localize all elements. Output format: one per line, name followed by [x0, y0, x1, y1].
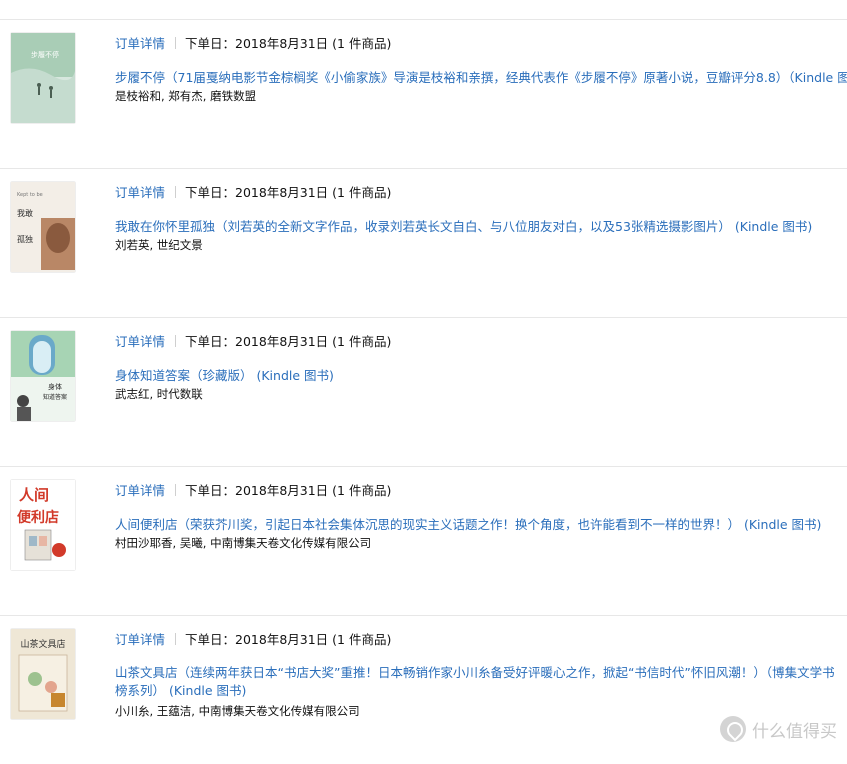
order-meta: 订单详情 下单日：2018年8月31日 (1 件商品)	[115, 334, 391, 350]
order-date: 下单日：2018年8月31日 (1 件商品)	[185, 334, 392, 349]
watermark-text: 什么值得买	[752, 721, 837, 742]
divider	[0, 615, 847, 616]
separator	[175, 186, 177, 198]
divider	[0, 466, 847, 467]
order-meta: 订单详情 下单日：2018年8月31日 (1 件商品)	[115, 36, 391, 52]
book-cover-image[interactable]: Kept to be 我敢 孤独	[11, 182, 75, 272]
cover-text: Kept to be	[17, 192, 43, 198]
watermark: 什么值得买	[720, 716, 837, 742]
cover-title: 人间	[19, 486, 49, 504]
book-authors: 小川糸, 王蕴洁, 中南博集天卷文化传媒有限公司	[115, 704, 360, 718]
divider	[0, 19, 847, 20]
cover-title: 知道答案	[43, 393, 67, 401]
divider	[0, 168, 847, 169]
book-title-link[interactable]: 我敢在你怀里孤独（刘若英的全新文字作品，收录刘若英长文自白、与八位朋友对白，以及…	[115, 219, 847, 235]
cover-title: 步履不停	[31, 50, 59, 59]
order-meta: 订单详情 下单日：2018年8月31日 (1 件商品)	[115, 632, 391, 648]
order-date: 下单日：2018年8月31日 (1 件商品)	[185, 36, 392, 51]
zhidemai-logo-icon	[720, 716, 746, 742]
order-meta: 订单详情 下单日：2018年8月31日 (1 件商品)	[115, 185, 391, 201]
order-item: Kept to be 我敢 孤独 订单详情 下单日：2018年8月31日 (1 件…	[0, 168, 847, 317]
order-detail-link[interactable]: 订单详情	[115, 36, 165, 51]
book-cover-image[interactable]: 步履不停	[11, 33, 75, 123]
order-detail-link[interactable]: 订单详情	[115, 185, 165, 200]
order-item: 身体 知道答案 订单详情 下单日：2018年8月31日 (1 件商品) 身体知道答…	[0, 317, 847, 466]
book-authors: 刘若英, 世纪文景	[115, 238, 203, 252]
separator	[175, 633, 177, 645]
book-authors: 武志红, 时代数联	[115, 387, 203, 401]
book-cover-image[interactable]: 山茶文具店	[11, 629, 75, 719]
book-authors: 是枝裕和, 郑有杰, 磨铁数盟	[115, 89, 257, 103]
cover-title: 身体	[48, 382, 62, 391]
order-date: 下单日：2018年8月31日 (1 件商品)	[185, 185, 392, 200]
cover-title: 孤独	[17, 234, 33, 244]
order-detail-link[interactable]: 订单详情	[115, 334, 165, 349]
book-title-link[interactable]: 身体知道答案（珍藏版） (Kindle 图书)	[115, 368, 847, 384]
order-meta: 订单详情 下单日：2018年8月31日 (1 件商品)	[115, 483, 391, 499]
order-detail-link[interactable]: 订单详情	[115, 483, 165, 498]
cover-title: 便利店	[17, 509, 59, 526]
book-cover-image[interactable]: 人间 便利店	[11, 480, 75, 570]
order-date: 下单日：2018年8月31日 (1 件商品)	[185, 632, 392, 647]
order-item: 步履不停 订单详情 下单日：2018年8月31日 (1 件商品) 步履不停（71届…	[0, 19, 847, 168]
divider	[0, 317, 847, 318]
separator	[175, 37, 177, 49]
book-title-link[interactable]: 人间便利店（荣获芥川奖，引起日本社会集体沉思的现实主义话题之作！换个角度，也许能…	[115, 517, 847, 533]
book-title-link[interactable]: 步履不停（71届戛纳电影节金棕榈奖《小偷家族》导演是枝裕和亲撰，经典代表作《步履…	[115, 70, 847, 86]
separator	[175, 335, 177, 347]
order-date: 下单日：2018年8月31日 (1 件商品)	[185, 483, 392, 498]
cover-title: 我敢	[17, 208, 33, 218]
order-item: 人间 便利店 订单详情 下单日：2018年8月31日 (1 件商品) 人间便利店（…	[0, 466, 847, 615]
book-title-link[interactable]: 山茶文具店（连续两年获日本“书店大奖”重推！日本畅销作家小川糸备受好评暖心之作，…	[115, 664, 845, 700]
separator	[175, 484, 177, 496]
book-authors: 村田沙耶香, 吴曦, 中南博集天卷文化传媒有限公司	[115, 536, 372, 550]
cover-title: 山茶文具店	[20, 638, 65, 650]
order-detail-link[interactable]: 订单详情	[115, 632, 165, 647]
book-cover-image[interactable]: 身体 知道答案	[11, 331, 75, 421]
